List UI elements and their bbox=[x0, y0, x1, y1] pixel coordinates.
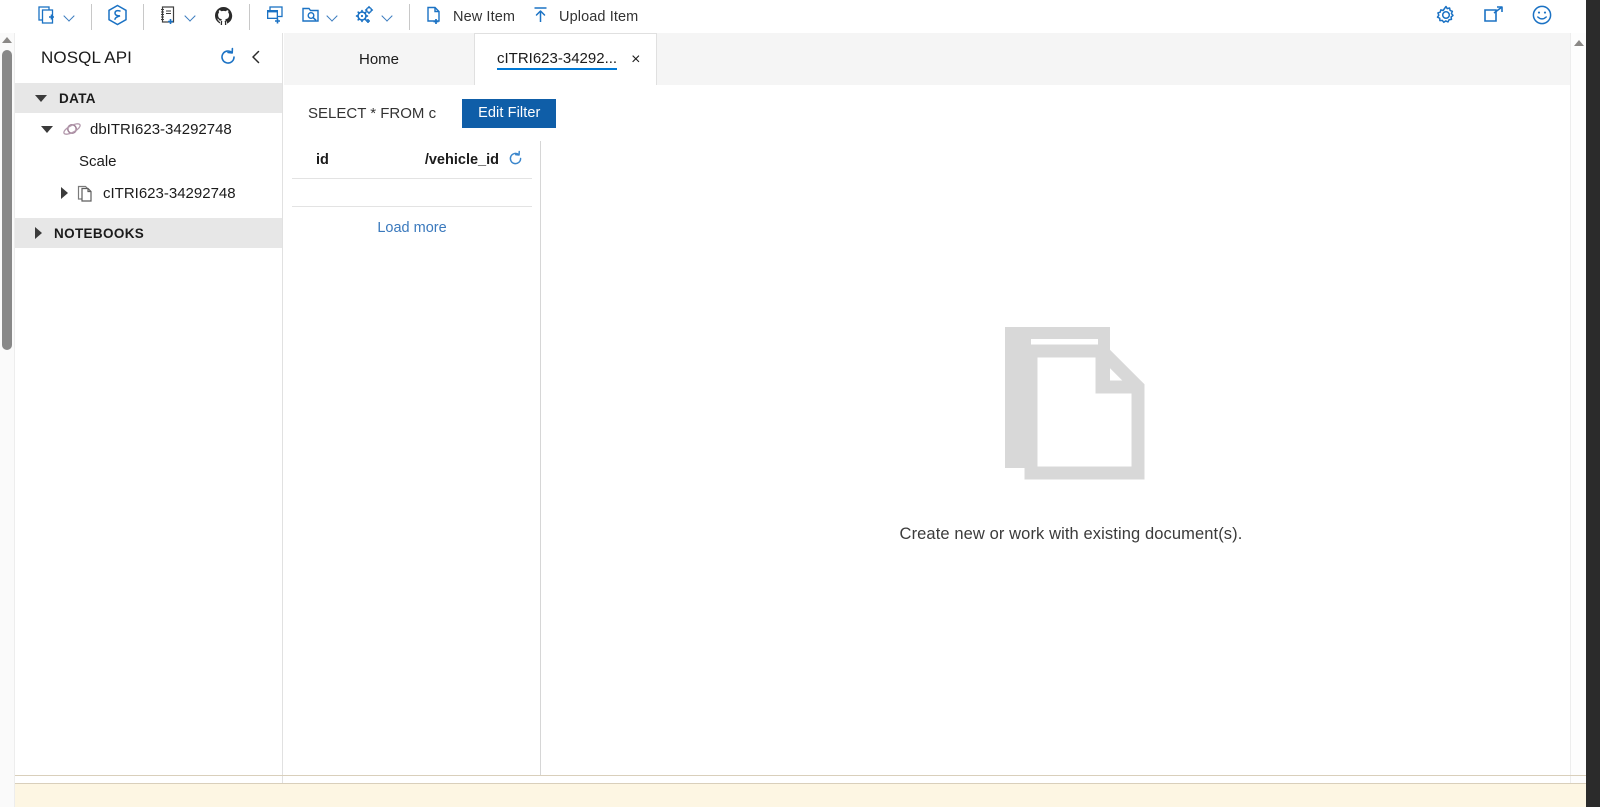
gear-icon bbox=[1435, 4, 1457, 29]
cosmos-data-explorer: New Item Upload Item NOSQL API DATA dbIT… bbox=[0, 0, 1600, 807]
command-separator bbox=[91, 3, 92, 30]
upload-item-icon bbox=[531, 5, 550, 28]
scroll-up-arrow-icon[interactable] bbox=[2, 37, 12, 43]
tab-container-label: cITRI623-34292... bbox=[497, 50, 618, 70]
new-notebook-icon bbox=[159, 5, 179, 29]
upload-item-label: Upload Item bbox=[559, 8, 639, 25]
tab-strip: Home cITRI623-34292... × bbox=[284, 33, 1600, 85]
page-title: NOSQL API bbox=[41, 48, 132, 67]
triangle-right-icon bbox=[35, 227, 42, 239]
chevron-down-icon bbox=[383, 11, 394, 22]
triangle-down-icon bbox=[41, 125, 53, 133]
triangle-down-icon bbox=[35, 94, 47, 102]
container-document-icon bbox=[77, 184, 95, 203]
feedback-smiley-icon bbox=[1531, 4, 1553, 29]
collapse-panel-button[interactable] bbox=[244, 46, 268, 70]
tree-node-container[interactable]: cITRI623-34292748 bbox=[15, 177, 282, 209]
window-edge-strip bbox=[1586, 0, 1600, 807]
notification-bar bbox=[15, 783, 1586, 807]
load-more-row: Load more bbox=[284, 207, 540, 236]
documents-list-pane: id /vehicle_id Load more bbox=[284, 141, 541, 775]
tree-node-container-label: cITRI623-34292748 bbox=[103, 184, 236, 202]
feedback-button[interactable] bbox=[1530, 5, 1554, 29]
query-bar: SELECT * FROM c Edit Filter bbox=[284, 85, 1600, 141]
sidebar-section-data-label: DATA bbox=[59, 90, 96, 106]
command-group-cosmos bbox=[99, 0, 136, 33]
tree-node-database-label: dbITRI623-34292748 bbox=[90, 120, 232, 138]
tree-node-database[interactable]: dbITRI623-34292748 bbox=[15, 113, 282, 145]
cosmos-hex-icon bbox=[107, 4, 128, 29]
content-bottom-divider bbox=[15, 775, 1586, 776]
new-container-button[interactable] bbox=[30, 2, 84, 32]
sidebar-section-notebooks-label: NOTEBOOKS bbox=[54, 225, 145, 241]
notification-bar-items bbox=[15, 784, 1586, 807]
left-scrollbar[interactable] bbox=[0, 33, 15, 807]
open-in-new-icon bbox=[1483, 5, 1505, 28]
tree-node-scale-label: Scale bbox=[79, 152, 117, 170]
refresh-tree-button[interactable] bbox=[216, 46, 240, 70]
chevron-down-icon bbox=[65, 11, 76, 22]
new-item-icon bbox=[425, 5, 444, 28]
triangle-right-icon bbox=[61, 187, 68, 199]
tab-home-label: Home bbox=[358, 50, 399, 68]
settings-button[interactable] bbox=[1434, 5, 1458, 29]
placeholder-text: Create new or work with existing documen… bbox=[899, 525, 1243, 543]
tab-container[interactable]: cITRI623-34292... × bbox=[474, 33, 658, 85]
new-stored-procedure-icon bbox=[355, 5, 376, 28]
new-item-label: New Item bbox=[453, 8, 516, 25]
documents-stack-icon bbox=[998, 320, 1145, 485]
refresh-documents-button[interactable] bbox=[507, 150, 524, 170]
open-in-new-button[interactable] bbox=[1482, 5, 1506, 29]
chevron-left-icon bbox=[247, 48, 265, 69]
command-bar: New Item Upload Item bbox=[0, 0, 1600, 33]
document-placeholder: Create new or work with existing documen… bbox=[542, 141, 1600, 775]
left-scrollbar-thumb[interactable] bbox=[2, 50, 12, 350]
query-text: SELECT * FROM c bbox=[308, 104, 437, 122]
command-group-containers bbox=[30, 0, 84, 33]
sidebar-section-data[interactable]: DATA bbox=[15, 83, 282, 113]
scroll-up-arrow-icon[interactable] bbox=[1574, 40, 1584, 46]
new-container-icon bbox=[38, 5, 58, 29]
command-group-items: New Item Upload Item bbox=[417, 0, 646, 33]
command-separator bbox=[143, 3, 144, 30]
new-item-button[interactable]: New Item bbox=[417, 2, 523, 32]
resource-tree-panel: NOSQL API DATA dbITRI623-34292748 Scale … bbox=[15, 33, 283, 807]
cosmos-database-icon bbox=[62, 120, 82, 138]
command-group-query bbox=[257, 0, 402, 33]
chevron-down-icon bbox=[186, 11, 197, 22]
open-query-button[interactable] bbox=[293, 2, 347, 32]
new-sql-query-icon bbox=[265, 5, 285, 28]
github-button[interactable] bbox=[205, 2, 242, 32]
command-group-notebooks bbox=[151, 0, 242, 33]
cosmos-hex-button[interactable] bbox=[99, 2, 136, 32]
command-bar-right bbox=[1434, 0, 1554, 33]
documents-tab-content: SELECT * FROM c Edit Filter id /vehicle_… bbox=[284, 85, 1600, 775]
chevron-down-icon bbox=[328, 11, 339, 22]
load-more-button[interactable]: Load more bbox=[377, 220, 446, 236]
new-stored-procedure-button[interactable] bbox=[347, 2, 402, 32]
right-scrollbar[interactable] bbox=[1570, 33, 1586, 807]
edit-filter-button[interactable]: Edit Filter bbox=[462, 98, 557, 128]
tab-close-button[interactable]: × bbox=[631, 51, 640, 68]
new-sql-query-button[interactable] bbox=[257, 2, 293, 32]
new-notebook-button[interactable] bbox=[151, 2, 205, 32]
refresh-icon bbox=[218, 47, 238, 70]
command-separator bbox=[249, 3, 250, 30]
column-header-partition-key: /vehicle_id bbox=[424, 151, 499, 168]
sidebar-section-notebooks[interactable]: NOTEBOOKS bbox=[15, 218, 282, 248]
resource-tree-header: NOSQL API bbox=[15, 33, 282, 83]
tree-node-scale[interactable]: Scale bbox=[15, 145, 282, 177]
column-header-id: id bbox=[316, 151, 329, 168]
documents-list-header: id /vehicle_id bbox=[292, 141, 532, 179]
upload-item-button[interactable]: Upload Item bbox=[523, 2, 646, 32]
open-query-icon bbox=[301, 5, 321, 28]
command-separator bbox=[409, 3, 410, 30]
refresh-icon bbox=[507, 150, 524, 170]
documents-list-rows bbox=[292, 179, 532, 207]
github-icon bbox=[213, 5, 234, 29]
tab-home[interactable]: Home bbox=[284, 33, 474, 85]
